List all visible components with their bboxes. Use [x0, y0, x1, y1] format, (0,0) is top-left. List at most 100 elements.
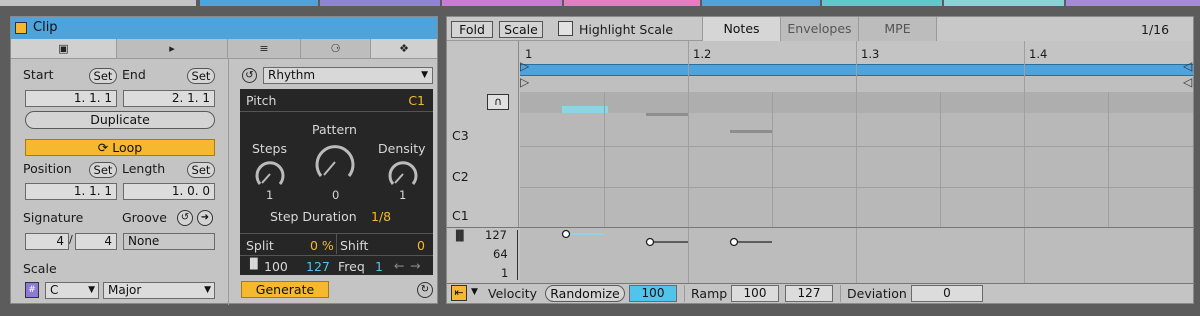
steps-knob[interactable]	[253, 157, 287, 191]
grid-line	[1108, 92, 1109, 227]
arrow-left-icon[interactable]: ←	[394, 258, 404, 273]
ramp-to-field[interactable]: 127	[785, 285, 833, 302]
fold-button[interactable]: Fold	[451, 21, 493, 38]
clip-header[interactable]: Clip	[11, 17, 437, 39]
freq-label: Freq	[338, 259, 365, 274]
generator-reset-icon[interactable]: ↺	[242, 68, 257, 83]
tab-envelopes[interactable]: Envelopes	[780, 17, 858, 41]
start-field[interactable]: 1. 1. 1	[25, 90, 117, 107]
shift-value[interactable]: 0	[417, 238, 425, 253]
position-field[interactable]: 1. 1. 1	[25, 183, 117, 200]
start-marker-icon[interactable]: ▷	[520, 75, 529, 89]
arrow-right-icon[interactable]: →	[410, 258, 420, 273]
velocity-tick-127: 127	[485, 228, 507, 242]
strip-seg	[200, 0, 318, 6]
end-marker-icon[interactable]: ◁	[1183, 75, 1192, 89]
duplicate-button[interactable]: Duplicate	[25, 111, 215, 129]
play-flag-icon: ▸	[169, 42, 175, 55]
velocity-tool-icon[interactable]: ⇤	[451, 285, 467, 301]
clip-color-swatch[interactable]	[15, 22, 27, 34]
note[interactable]	[646, 113, 688, 116]
loop-end-marker-icon[interactable]: ◁	[1183, 59, 1192, 73]
signature-denominator[interactable]: 4	[75, 233, 117, 250]
highlight-scale-checkbox[interactable]	[558, 21, 573, 36]
velocity-markers[interactable]	[520, 228, 1194, 283]
tab-notes[interactable]: Notes	[702, 17, 780, 41]
fold-row	[520, 92, 1193, 113]
ramp-from-field[interactable]: 100	[731, 285, 779, 302]
pitch-row-c3: C3	[452, 128, 469, 143]
grid-value[interactable]: 1/16	[1141, 22, 1169, 37]
note-selection[interactable]	[562, 106, 608, 113]
scale-button[interactable]: Scale	[499, 21, 543, 38]
length-field[interactable]: 1. 0. 0	[123, 183, 215, 200]
scale-mode-value: Major	[108, 283, 142, 297]
start-label: Start	[23, 67, 54, 82]
time-ruler[interactable]	[520, 41, 1193, 63]
density-knob[interactable]	[386, 157, 420, 191]
end-set-button[interactable]: Set	[187, 68, 215, 84]
clip-title: Clip	[33, 20, 58, 35]
signature-numerator[interactable]: 4	[25, 233, 69, 250]
strip-seg	[442, 0, 562, 6]
ramp-label: Ramp	[691, 286, 728, 301]
velocity-high-value[interactable]: 127	[306, 259, 330, 274]
chevron-down-icon: ▼	[421, 70, 428, 80]
loop-start-marker-icon[interactable]: ▷	[520, 59, 529, 73]
tab-clip-launch[interactable]: ▸	[117, 39, 228, 59]
pattern-icon: ❖	[399, 42, 409, 55]
generate-button[interactable]: Generate	[241, 281, 329, 298]
groove-commit-icon[interactable]: ➜	[197, 210, 213, 226]
strip-seg	[822, 0, 942, 6]
position-set-button[interactable]: Set	[89, 162, 117, 178]
pitch-label: Pitch	[246, 93, 277, 108]
length-set-button[interactable]: Set	[187, 162, 215, 178]
velocity-value-field[interactable]: 100	[629, 285, 677, 302]
velocity-low-value[interactable]: 100	[264, 259, 288, 274]
loop-brace[interactable]	[520, 64, 1193, 76]
tab-transform[interactable]: ⚆	[301, 39, 371, 59]
velocity-icon: ▐▌	[246, 259, 262, 270]
velocity-handle	[561, 229, 571, 239]
auto-generate-icon[interactable]: ↻	[417, 282, 433, 298]
scale-mode-toggle-icon[interactable]: #	[25, 282, 39, 298]
scale-root-select[interactable]: C ▼	[45, 282, 99, 299]
groove-select[interactable]: None	[123, 233, 215, 250]
generator-mode-select[interactable]: Rhythm ▼	[263, 67, 433, 84]
headphones-icon[interactable]: ∩	[487, 94, 509, 110]
split-value[interactable]: 0 %	[310, 238, 334, 253]
strip-seg	[0, 0, 196, 6]
start-set-button[interactable]: Set	[89, 68, 117, 84]
step-duration-value[interactable]: 1/8	[371, 209, 391, 224]
grid-line	[1024, 41, 1025, 227]
tab-clip-audio[interactable]: ≡	[228, 39, 301, 59]
deviation-field[interactable]: 0	[911, 285, 983, 302]
note-grid[interactable]	[520, 113, 1193, 227]
loop-button[interactable]: ⟳ Loop	[25, 139, 215, 156]
tab-generate[interactable]: ❖	[371, 39, 437, 59]
chevron-down-icon[interactable]: ▼	[471, 287, 478, 297]
signature-label: Signature	[23, 210, 84, 225]
note[interactable]	[730, 130, 772, 133]
pattern-knob[interactable]	[312, 139, 358, 185]
pitch-row-c1: C1	[452, 208, 469, 223]
scale-mode-select[interactable]: Major ▼	[103, 282, 215, 299]
app-root: Clip ▣ ▸ ≡ ⚆ ❖ Start Set End Set 1. 1. 1…	[0, 0, 1200, 316]
freq-value[interactable]: 1	[375, 259, 383, 274]
loop-label: Loop	[112, 140, 143, 155]
strip-seg	[944, 0, 1064, 6]
end-field[interactable]: 2. 1. 1	[123, 90, 215, 107]
divider	[240, 111, 433, 112]
groove-hot-swap-icon[interactable]: ↺	[177, 210, 193, 226]
tab-clip-main[interactable]: ▣	[11, 39, 117, 59]
grid-line	[772, 92, 773, 227]
grid-line	[688, 228, 689, 283]
randomize-button[interactable]: Randomize	[545, 285, 625, 302]
steps-value: 1	[266, 188, 274, 202]
bar-label: 1.3	[861, 47, 880, 61]
pitch-value[interactable]: C1	[408, 93, 425, 108]
grid-line	[520, 187, 1193, 188]
dice-icon: ⚆	[330, 42, 341, 55]
generator-panel: Pitch C1 Pattern Steps Density 1 0 1 Ste…	[240, 89, 433, 275]
tab-mpe[interactable]: MPE	[858, 17, 936, 41]
